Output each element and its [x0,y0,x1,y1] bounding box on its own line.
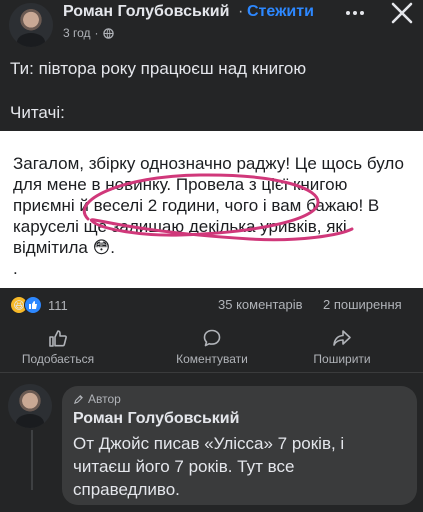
section-divider [0,372,423,373]
author-badge-label: Автор [88,392,121,406]
comment-icon [203,329,221,347]
post-time[interactable]: 3 год [63,26,91,40]
highlight-scribble [82,173,354,242]
follow-button[interactable]: Стежити [247,3,314,21]
comment-text: От Джойс писав «Улісса» 7 років, і читає… [73,434,345,499]
comment-author-name[interactable]: Роман Голубовський [73,410,239,428]
reactions-summary[interactable]: 😆 111 [10,296,68,314]
post-author-name[interactable]: Роман Голубовський [63,3,229,21]
close-icon[interactable] [389,0,415,26]
globe-icon [102,27,114,39]
shares-count[interactable]: 2 поширення [323,297,402,312]
share-icon [333,330,351,346]
author-avatar[interactable] [9,3,53,47]
author-badge: Автор [73,392,121,406]
dot-icon [360,11,364,15]
comment-button[interactable]: Коментувати [157,328,267,366]
meta-dot: · [94,26,99,40]
thread-line [31,430,33,490]
comment-label: Коментувати [176,352,248,366]
more-options-button[interactable] [344,4,366,22]
header-dot-separator: · [238,3,244,20]
post-text: Ти: півтора року працюєш над книгою Чита… [10,59,307,122]
thumb-up-icon [29,301,37,309]
share-button[interactable]: Поширити [287,328,397,366]
like-label: Подобається [21,352,95,366]
pencil-icon [73,394,83,404]
commenter-avatar[interactable] [8,384,52,428]
post-meta: 3 год · [63,26,114,40]
dot-icon [346,11,350,15]
like-button[interactable]: Подобається [3,328,113,366]
comments-count[interactable]: 35 коментарів [218,297,303,312]
reaction-count: 111 [48,297,68,313]
like-icon [24,296,42,314]
share-label: Поширити [313,352,371,366]
dot-icon [353,11,357,15]
thumb-up-icon [49,330,67,347]
